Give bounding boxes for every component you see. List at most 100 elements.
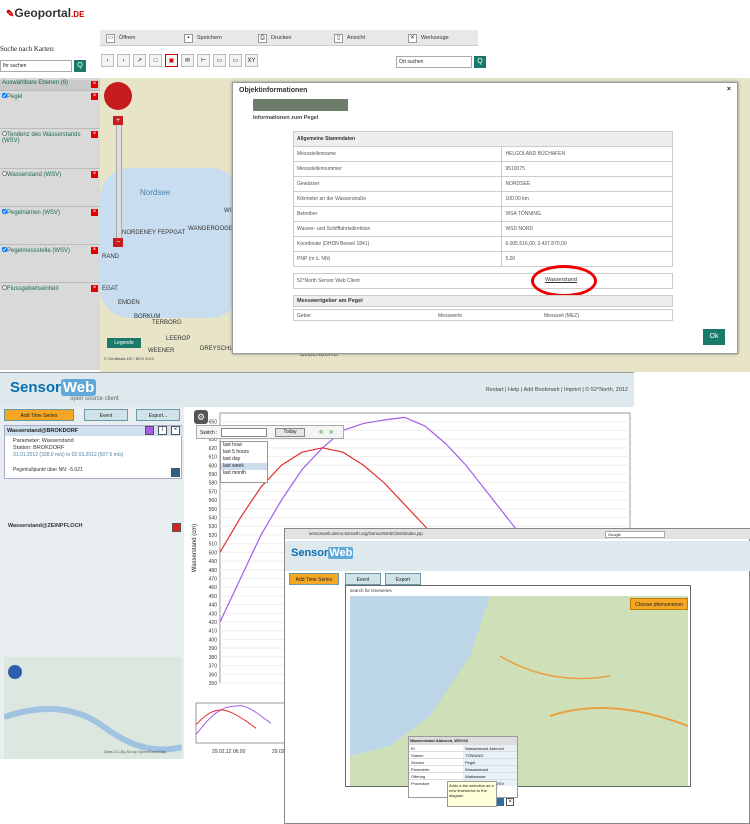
zoom-in-button[interactable]: + — [113, 116, 123, 125]
close-icon[interactable]: × — [91, 93, 98, 100]
event-button[interactable]: Event — [84, 409, 128, 421]
export-button[interactable]: Export... — [136, 409, 180, 421]
period-select[interactable] — [221, 428, 267, 437]
zoom-slider[interactable] — [116, 116, 122, 246]
search-icon: Q — [477, 58, 483, 65]
measure-tool[interactable]: ↗ — [133, 54, 146, 67]
menu-tools[interactable]: ✕ Werkzeuge — [408, 32, 449, 44]
address-bar[interactable]: sensorweb.demo.52north.org/SensorWebClie… — [285, 529, 750, 539]
station-minimap[interactable]: Data CC-By-Sa by OpenStreetMap — [3, 657, 183, 759]
sensorweb-header: Sensor Web open source client Restart | H… — [0, 373, 634, 407]
search-box[interactable]: Google — [605, 531, 665, 538]
color-swatch[interactable] — [171, 468, 180, 477]
dropdown-option[interactable]: last day — [221, 456, 267, 463]
close-icon[interactable]: × — [171, 426, 180, 435]
menu-open[interactable]: ▭ Öffnen — [106, 32, 135, 44]
table-cell: PNP (m ü. NN) — [292, 251, 503, 267]
geoportal-logo[interactable]: ✎Geoportal.DE — [6, 6, 84, 20]
today-button[interactable]: Today — [275, 428, 305, 437]
info-icon[interactable]: i — [158, 426, 167, 435]
export-button[interactable]: Export — [385, 573, 421, 585]
event-button[interactable]: Event — [345, 573, 381, 585]
reference-level-toggle[interactable]: Pegelnullpunkt über NN: -5.021 — [13, 467, 83, 473]
tooltip: Adds a the selection as a new timeseries… — [447, 781, 497, 807]
pan-control[interactable] — [104, 82, 132, 110]
zoom-out-button[interactable]: − — [113, 238, 123, 247]
dropdown-option[interactable]: last hour — [221, 442, 267, 449]
add-icon[interactable] — [496, 798, 504, 806]
add-time-series-button[interactable]: Add Time Series — [4, 409, 74, 421]
dropdown-option[interactable]: last week — [221, 463, 267, 470]
layer-row[interactable]: Wasserstand (WSV) × — [0, 168, 100, 206]
table-row: Messstellenname HELGOLAND BÜCHAFEN — [292, 146, 673, 162]
close-icon[interactable]: × — [91, 285, 98, 292]
close-icon[interactable]: × — [727, 86, 731, 93]
layer-row[interactable]: Tendenz des Wasserstands (WSV) × — [0, 128, 100, 166]
close-icon[interactable]: × — [506, 798, 514, 806]
map-search-button[interactable]: Q — [74, 60, 86, 72]
close-icon[interactable]: × — [91, 131, 98, 138]
map-label: Nordsee — [140, 188, 171, 197]
place-search-button[interactable]: Q — [474, 56, 486, 68]
table-cell: WSD NORD — [501, 221, 673, 237]
info-tool[interactable]: ▣ — [165, 54, 178, 67]
mail-tool[interactable]: ✉ — [181, 54, 194, 67]
close-icon[interactable]: × — [91, 171, 98, 178]
header-links[interactable]: Restart | Help | Add Bookmark | Imprint … — [486, 387, 628, 393]
color-swatch[interactable] — [172, 523, 181, 532]
overview-area — [195, 702, 287, 744]
station-map[interactable] — [350, 596, 688, 786]
layer-row[interactable]: Flussgebietseinheit × — [0, 282, 100, 312]
folder-icon: ▭ — [106, 33, 115, 43]
area-tool[interactable]: □ — [149, 54, 162, 67]
back-arrow-icon[interactable]: « — [319, 427, 323, 436]
y-tick-label: 350 — [209, 681, 218, 687]
overview-tool[interactable]: ▭ — [229, 54, 242, 67]
popup-cell: Wasserstand Abbruch — [463, 745, 517, 751]
scale-tool[interactable]: ⊢ — [197, 54, 210, 67]
forward-tool[interactable]: › — [117, 54, 130, 67]
y-tick-label: 440 — [209, 603, 218, 609]
layer-row[interactable]: Pegelnamen (WSV) × — [0, 206, 100, 244]
layer-row[interactable]: Pegel × — [0, 90, 100, 128]
legend-button[interactable]: Legende — [107, 338, 141, 348]
y-tick-label: 370 — [209, 664, 218, 670]
place-search-input[interactable]: Ort suchen — [396, 56, 472, 68]
dialog-title: Objektinformationen — [239, 87, 308, 94]
layer-row[interactable]: Pegelmessstelle (WSV) × — [0, 244, 100, 282]
popup-row: Service Pegel — [409, 758, 517, 765]
map-search-title: Suche nach Karten: — [0, 45, 55, 53]
menu-view[interactable]: ▯ Ansicht — [334, 32, 365, 44]
add-time-series-button[interactable]: Add Time Series — [289, 573, 339, 585]
map-coastline — [350, 596, 688, 756]
popup-cell: Wattwasser — [463, 773, 517, 779]
choose-phenomenon-button[interactable]: Choose phenomenon — [630, 598, 688, 610]
close-icon[interactable]: × — [91, 209, 98, 216]
close-icon[interactable]: × — [91, 247, 98, 254]
timeseries-title[interactable]: Wasserstand@ZEINPFLOCH — [8, 523, 83, 529]
back-tool[interactable]: ‹ — [101, 54, 114, 67]
map-search-input[interactable]: Ihr suchen — [0, 60, 72, 72]
y-tick-label: 410 — [209, 629, 218, 635]
table-row: Gewässer NORDSEE — [292, 176, 673, 192]
y-tick-label: 360 — [209, 672, 218, 678]
color-swatch[interactable] — [145, 426, 154, 435]
table-cell: Kilometer an der Wasserstraße — [292, 191, 503, 207]
close-icon[interactable]: × — [91, 81, 98, 88]
ok-button[interactable]: Ok — [703, 329, 725, 345]
highlight-circle — [531, 265, 597, 297]
coordinates-tool[interactable]: XY — [245, 54, 258, 67]
y-tick-label: 520 — [209, 533, 218, 539]
menu-print[interactable]: ⎙ Drucken — [258, 32, 291, 44]
pan-control[interactable] — [8, 665, 22, 679]
dropdown-option[interactable]: last month — [221, 470, 267, 477]
popup-cell: Offering — [411, 774, 426, 779]
gear-icon[interactable]: ⚙ — [194, 410, 208, 424]
y-tick-label: 550 — [209, 507, 218, 513]
forward-arrow-icon[interactable]: » — [329, 427, 333, 436]
y-tick-label: 510 — [209, 542, 218, 548]
timeseries-title[interactable]: Wasserstand@BROKDORF — [5, 426, 183, 436]
dropdown-option[interactable]: last 5 hours — [221, 449, 267, 456]
frame-tool[interactable]: ▭ — [213, 54, 226, 67]
menu-save[interactable]: ▪ Speichern — [184, 32, 222, 44]
